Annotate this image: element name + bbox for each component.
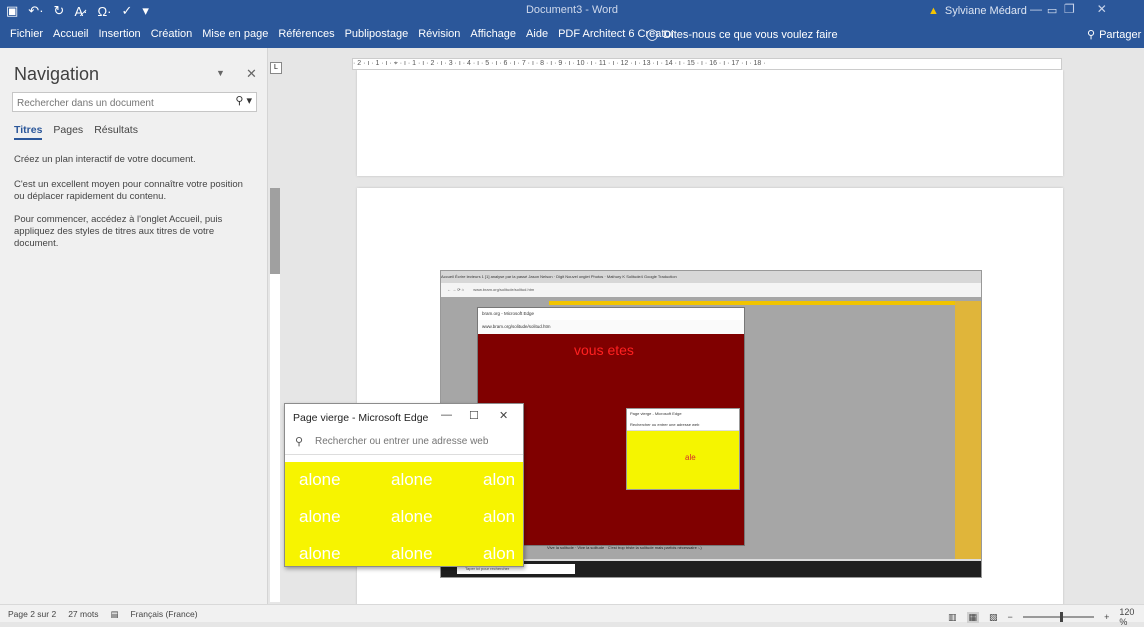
- navigation-pane: Navigation ▼ ✕ ⚲ ▾ Titres Pages Résultat…: [0, 48, 268, 604]
- tab-titres[interactable]: Titres: [14, 124, 43, 140]
- tab-creation[interactable]: Création: [151, 28, 193, 40]
- maximize-icon[interactable]: ❐: [1064, 2, 1075, 16]
- nav-help-text-1: Créez un plan interactif de votre docume…: [14, 154, 196, 165]
- language[interactable]: Français (France): [130, 609, 197, 620]
- minimize-icon[interactable]: —: [1030, 2, 1042, 16]
- nav-tabs: Titres Pages Résultats: [14, 124, 138, 140]
- alone-text: alone: [299, 544, 341, 563]
- alone-text: alone: [391, 544, 433, 563]
- search-icon: ⚲: [295, 436, 304, 448]
- embedded-ale-text: ale: [685, 453, 696, 462]
- lightbulb-icon: ◯: [646, 29, 659, 41]
- person-icon: ⚲: [1087, 29, 1096, 41]
- close-pane-icon[interactable]: ✕: [246, 66, 257, 82]
- maximize-icon[interactable]: ☐: [469, 409, 479, 422]
- share-label: Partager: [1099, 28, 1142, 41]
- page-count[interactable]: Page 2 sur 2: [8, 609, 56, 620]
- vertical-ruler: L: [268, 48, 282, 604]
- embedded-bottom-text: Vive la solitude · Vive la solitude · C'…: [547, 545, 702, 550]
- alone-text: alon: [483, 507, 516, 526]
- embedded-url: www.bram.org/solitude/solitud.htm: [473, 287, 535, 292]
- close-icon[interactable]: ✕: [499, 409, 508, 422]
- zoom-slider[interactable]: [1022, 612, 1095, 622]
- search-icon[interactable]: ⚲ ▾: [235, 94, 252, 107]
- embedded-blank-search: Rechercher ou entrer une adresse web: [627, 419, 739, 431]
- edge-address-bar[interactable]: ⚲: [285, 430, 523, 455]
- tab-revision[interactable]: Révision: [418, 28, 460, 40]
- tab-insertion[interactable]: Insertion: [98, 28, 140, 40]
- horizontal-ruler[interactable]: · 2 · ı · 1 · ı · ⌖ · ı · 1 · ı · 2 · ı …: [352, 58, 1062, 70]
- window-controls: — ❐ ✕: [1030, 2, 1107, 16]
- tab-mise-en-page[interactable]: Mise en page: [202, 28, 268, 40]
- nav-search-input[interactable]: [13, 94, 221, 113]
- embedded-blank-title: Page vierge - Microsoft Edge: [627, 409, 739, 419]
- alone-text: alone: [391, 470, 433, 489]
- share-button[interactable]: ⚲ Partager: [1087, 28, 1142, 42]
- page-1[interactable]: [357, 70, 1063, 176]
- embedded-red-text: vous etes: [574, 342, 634, 358]
- embedded-window-title: bram.org - Microsoft Edge: [478, 308, 744, 320]
- alone-text: alone: [299, 470, 341, 489]
- ribbon-tabs: Fichier Accueil Insertion Création Mise …: [0, 22, 1144, 48]
- embedded-sidebar: [955, 301, 981, 559]
- navigation-title: Navigation: [14, 64, 100, 84]
- zoom-level[interactable]: 120 %: [1119, 607, 1144, 627]
- nav-help-text-2: C'est un excellent moyen pour connaître …: [14, 179, 243, 202]
- nav-help-text-3: Pour commencer, accédez à l'onglet Accue…: [14, 214, 223, 249]
- edge-page-content: alone alone alon alone alone alon alone …: [285, 462, 523, 566]
- nav-search-box[interactable]: ⚲ ▾: [12, 92, 257, 113]
- tab-aide[interactable]: Aide: [526, 28, 548, 40]
- tab-references[interactable]: Références: [278, 28, 334, 40]
- tell-me-text: Dites-nous ce que vous voulez faire: [663, 28, 838, 41]
- embedded-address: ← → ⟳ ⌂ www.bram.org/solitude/solitud.ht…: [441, 283, 981, 297]
- tab-affichage[interactable]: Affichage: [470, 28, 516, 40]
- embedded-window-url: www.bram.org/solitude/solitud.htm: [478, 320, 744, 334]
- close-icon[interactable]: ✕: [1097, 2, 1107, 16]
- alone-text: alon: [483, 544, 516, 563]
- tab-resultats[interactable]: Résultats: [94, 124, 138, 140]
- title-bar: ▣ ↶· ↻ A̷· Ω· ✓ ▾ Document3 - Word ▲ Syl…: [0, 0, 1144, 22]
- status-bar: Page 2 sur 2 27 mots ▤ Français (France)…: [0, 604, 1144, 627]
- alone-text: alone: [391, 507, 433, 526]
- tell-me-box[interactable]: ◯ Dites-nous ce que vous voulez faire: [646, 28, 838, 42]
- alone-text: alon: [483, 470, 516, 489]
- embedded-window-blank: Page vierge - Microsoft Edge Rechercher …: [626, 408, 740, 490]
- tab-selector[interactable]: L: [270, 62, 282, 74]
- tab-publipostage[interactable]: Publipostage: [345, 28, 409, 40]
- user-name: Sylviane Médard: [944, 4, 1027, 17]
- tab-pages[interactable]: Pages: [53, 124, 83, 140]
- tab-fichier[interactable]: Fichier: [10, 28, 43, 40]
- tab-accueil[interactable]: Accueil: [53, 28, 88, 40]
- edge-address-input[interactable]: [313, 435, 517, 448]
- chevron-down-icon[interactable]: ▼: [216, 68, 225, 78]
- edge-window[interactable]: Page vierge - Microsoft Edge — ☐ ✕ ⚲ alo…: [284, 403, 524, 567]
- alone-text: alone: [299, 507, 341, 526]
- embedded-tabs: Accueil Écrire lecteurs 1 [1] analyse pa…: [441, 271, 981, 283]
- minimize-icon[interactable]: —: [441, 409, 452, 421]
- proofing-icon[interactable]: ▤: [110, 609, 118, 620]
- warning-icon: ▲: [928, 4, 939, 17]
- edge-window-title: Page vierge - Microsoft Edge: [293, 412, 429, 424]
- word-count[interactable]: 27 mots: [68, 609, 98, 620]
